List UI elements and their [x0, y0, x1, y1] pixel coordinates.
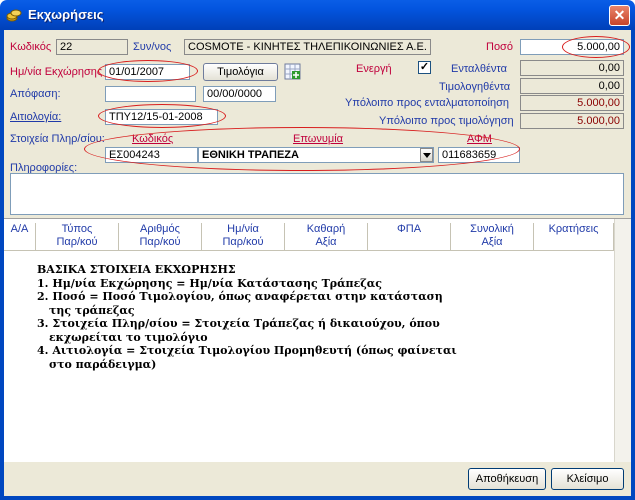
aitiologia-input[interactable]: ΤΠΥ12/15-01-2008 [105, 109, 218, 125]
invoice-grid: Α/Α Τύπος Παρ/κού Αριθμός Παρ/κού Ημ/νία Πα… [4, 218, 631, 463]
poso-label: Ποσό [486, 41, 513, 53]
timologia-button[interactable]: Τιμολόγια [203, 63, 278, 81]
kodikos-field: 22 [56, 39, 128, 55]
energi-checkbox[interactable]: ✓ [418, 61, 431, 74]
col-header-imnia[interactable]: Ημ/νία Παρ/κού [202, 223, 285, 251]
note-line-1: 1. Ημ/νία Εκχώρησης = Ημ/νία Κατάστασης … [37, 276, 382, 290]
timologithenta-field: 0,00 [520, 78, 624, 94]
note-title: ΒΑΣΙΚΑ ΣΤΟΙΧΕΙΑ ΕΚΧΩΡΗΣΗΣ [37, 263, 236, 276]
col-header-kathari[interactable]: Καθαρή Αξία [285, 223, 368, 251]
chevron-down-icon [423, 153, 431, 158]
note-line-4a: 4. Αιτιολογία = Στοιχεία Τιμολογίου Προμ… [37, 344, 457, 357]
instructions-note: ΒΑΣΙΚΑ ΣΤΟΙΧΕΙΑ ΕΚΧΩΡΗΣΗΣ 1. Ημ/νία Εκχώ… [37, 263, 457, 371]
bank-name-value: ΕΘΝΙΚΗ ΤΡΑΠΕΖΑ [202, 149, 299, 161]
date-input[interactable]: 01/01/2007 [105, 64, 190, 80]
close-button[interactable]: Κλείσιμο [551, 468, 624, 490]
note-line-3a: 3. Στοιχεία Πληρ/σίου = Στοιχεία Τράπεζα… [37, 317, 440, 330]
vertical-scrollbar[interactable] [614, 219, 631, 463]
ypoloipo-timol-label: Υπόλοιπο προς τιμολόγηση [379, 115, 514, 127]
ypoloipo-timol-field: 5.000,00 [520, 113, 624, 129]
close-icon[interactable]: ✕ [609, 5, 630, 26]
coins-icon [6, 9, 22, 22]
ypoloipo-ental-label: Υπόλοιπο προς ενταλματοποίηση [345, 97, 509, 109]
col-header-arithmos[interactable]: Αριθμός Παρ/κού [119, 223, 202, 251]
timologithenta-label: Τιμολογηθέντα [439, 81, 511, 93]
save-button[interactable]: Αποθήκευση [468, 468, 546, 490]
date-label: Ημ/νία Εκχώρησης [10, 66, 103, 78]
aitiologia-label: Αιτιολογία: [10, 111, 62, 123]
note-line-2a: 2. Ποσό = Ποσό Τιμολογίου, όπως αναφέρετ… [37, 290, 443, 303]
window-frame-right [631, 30, 635, 500]
form-panel: Κωδικός 22 Συν/νος COSMOTE - ΚΙΝΗΤΕΣ ΤΗΛ… [4, 30, 631, 218]
window-title: Εκχωρήσεις [28, 7, 104, 22]
add-grid-icon[interactable] [284, 63, 301, 80]
synvos-label: Συν/νος [133, 41, 172, 53]
apofasi-input[interactable] [105, 86, 196, 102]
col-header-kratiseis[interactable]: Κρατήσεις [534, 223, 614, 251]
apofasi-date-input[interactable]: 00/00/0000 [203, 86, 276, 102]
title-bar: Εκχωρήσεις ✕ [0, 0, 635, 30]
note-line-4b: στο παράδειγμα) [49, 357, 157, 371]
col-afm-label[interactable]: ΑΦΜ [467, 133, 492, 145]
apofasi-label: Απόφαση: [10, 88, 61, 100]
dropdown-button[interactable] [420, 148, 433, 162]
window-frame-bottom [0, 496, 635, 500]
poso-input[interactable]: 5.000,00 [520, 39, 624, 55]
kodikos-label: Κωδικός [10, 41, 52, 53]
entalthenta-field: 0,00 [520, 60, 624, 76]
col-header-synoliki[interactable]: Συνολική Αξία [451, 223, 534, 251]
footer-bar: Αποθήκευση Κλείσιμο [4, 462, 631, 500]
stoixeia-label: Στοιχεία Πληρ/σίου: [10, 133, 105, 145]
col-header-typos[interactable]: Τύπος Παρ/κού [36, 223, 119, 251]
col-header-fpa[interactable]: ΦΠΑ [368, 223, 451, 251]
synvos-field: COSMOTE - ΚΙΝΗΤΕΣ ΤΗΛΕΠΙΚΟΙΝΩΝΙΕΣ Α.Ε. [184, 39, 431, 55]
ypoloipo-ental-field: 5.000,00 [520, 95, 624, 111]
bank-name-select[interactable]: ΕΘΝΙΚΗ ΤΡΑΠΕΖΑ [198, 147, 434, 163]
bank-code-input[interactable]: ΕΣ004243 [105, 147, 198, 163]
plirofories-textarea[interactable] [10, 173, 624, 215]
grid-header: Α/Α Τύπος Παρ/κού Αριθμός Παρ/κού Ημ/νία Πα… [4, 221, 614, 251]
col-header-aa[interactable]: Α/Α [4, 223, 36, 251]
note-line-3b: εκχωρείται το τιμολόγιο [49, 330, 208, 344]
note-line-2b: της τράπεζας [49, 303, 135, 317]
col-eponymia-label[interactable]: Επωνυμία [293, 133, 343, 145]
col-kodikos-label[interactable]: Κωδικός [132, 133, 173, 145]
energi-label: Ενεργή [356, 63, 392, 75]
entalthenta-label: Ενταλθέντα [451, 63, 507, 75]
afm-input[interactable]: 011683659 [438, 147, 520, 163]
